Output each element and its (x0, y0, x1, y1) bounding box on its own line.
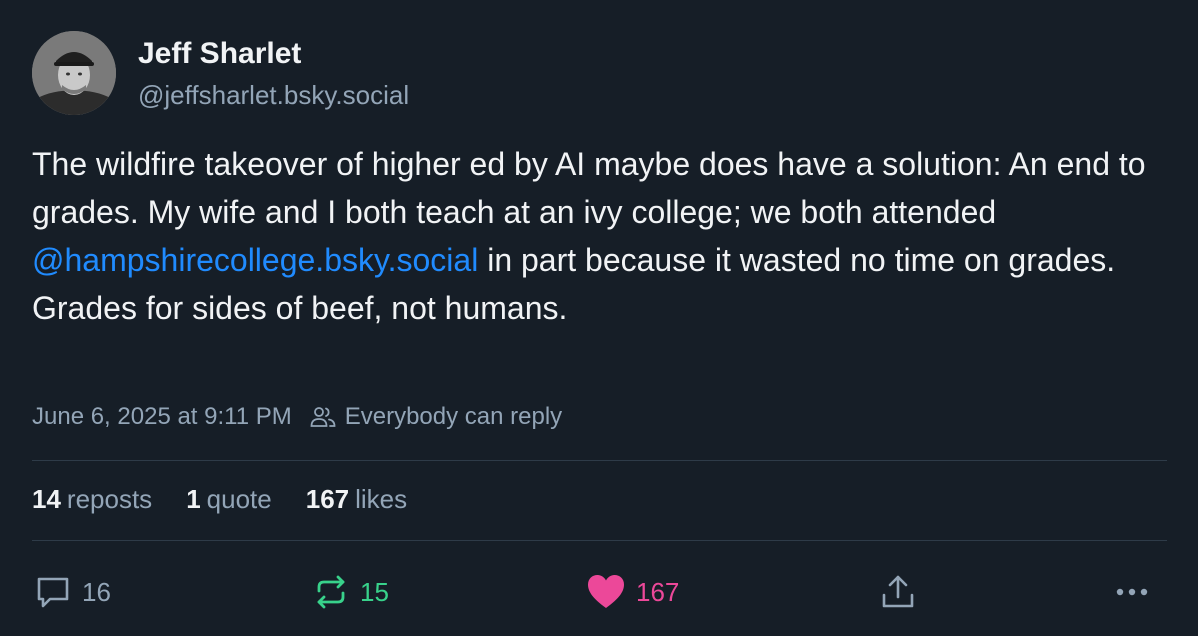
reposts-label: reposts (66, 484, 153, 514)
divider-bottom (32, 540, 1167, 541)
speech-bubble-icon (37, 577, 69, 608)
avatar[interactable] (32, 31, 116, 115)
action-bar: 16 15 167 (0, 570, 1198, 614)
likes-label: likes (355, 484, 408, 514)
ellipsis-icon (1116, 588, 1148, 596)
likes-stat[interactable]: 167 likes (306, 484, 407, 515)
like-button[interactable]: 167 (586, 570, 679, 614)
person-avatar-icon (32, 31, 116, 115)
likes-count: 167 (305, 484, 350, 514)
quotes-count: 1 (186, 484, 201, 514)
author-handle[interactable]: @jeffsharlet.bsky.social (138, 78, 409, 112)
mention-link[interactable]: @hampshirecollege.bsky.social (32, 242, 478, 278)
post-timestamp[interactable]: June 6, 2025 at 9:11 PM (32, 403, 292, 431)
share-button[interactable] (880, 570, 916, 614)
post-header: Jeff Sharlet @jeffsharlet.bsky.social (32, 31, 409, 115)
post-card: Jeff Sharlet @jeffsharlet.bsky.social Th… (0, 0, 1198, 636)
reply-count: 16 (82, 576, 111, 607)
share-icon (882, 575, 914, 608)
repost-count: 15 (360, 576, 389, 607)
author-names: Jeff Sharlet @jeffsharlet.bsky.social (138, 34, 409, 112)
reply-button[interactable]: 16 (34, 570, 111, 614)
reposts-stat[interactable]: 14 reposts (32, 484, 152, 515)
people-icon (310, 406, 336, 428)
repost-icon (317, 575, 345, 609)
quotes-stat[interactable]: 1 quote (186, 484, 272, 515)
like-count: 167 (636, 576, 680, 607)
post-stats: 14 reposts 1 quote 167 likes (32, 484, 441, 515)
reply-setting[interactable]: Everybody can reply (345, 403, 562, 431)
post-text-before: The wildfire takeover of higher ed by AI… (32, 146, 1146, 230)
post-meta: June 6, 2025 at 9:11 PM Everybody can re… (32, 403, 562, 431)
post-text: The wildfire takeover of higher ed by AI… (32, 140, 1172, 332)
author-display-name[interactable]: Jeff Sharlet (138, 36, 409, 72)
quotes-label: quote (206, 484, 272, 514)
heart-icon (588, 575, 624, 608)
reposts-count: 14 (32, 484, 61, 514)
repost-button[interactable]: 15 (312, 570, 389, 614)
divider-top (32, 460, 1167, 461)
more-options-button[interactable] (1114, 570, 1150, 614)
